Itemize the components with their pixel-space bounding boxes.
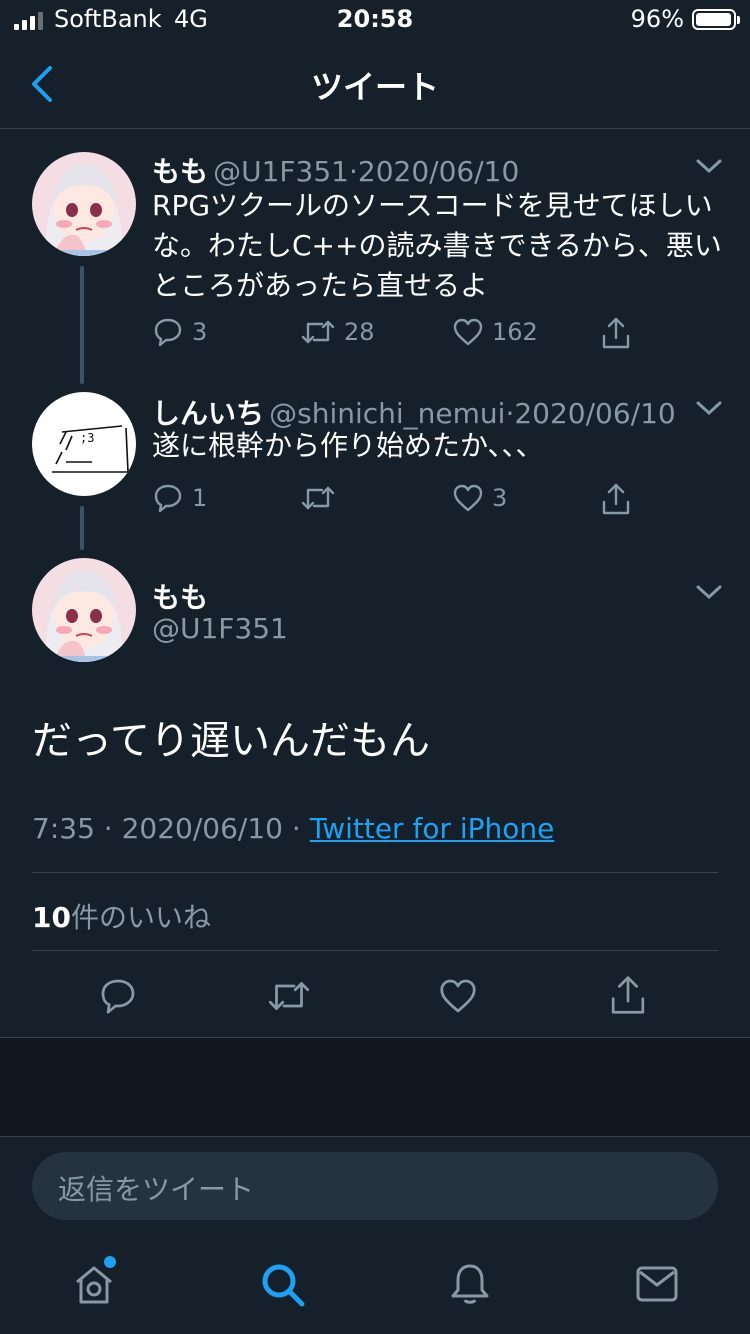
chevron-down-icon[interactable] <box>694 156 724 176</box>
thread-line <box>80 506 84 550</box>
reply-action[interactable]: 3 <box>152 316 207 348</box>
reply-icon <box>154 484 182 513</box>
like-count: 162 <box>492 318 538 346</box>
tweet-date: 2020/06/10 <box>357 155 520 188</box>
battery-percent: 96% <box>630 5 684 33</box>
separator: · <box>103 812 113 845</box>
handle[interactable]: @U1F351 <box>152 612 288 645</box>
avatar[interactable] <box>32 392 136 496</box>
like-icon <box>453 484 483 512</box>
retweet-action[interactable] <box>300 482 344 514</box>
like-icon <box>453 318 483 346</box>
divider <box>32 872 718 873</box>
chevron-down-icon[interactable] <box>694 398 724 418</box>
display-name[interactable]: もも <box>152 155 208 188</box>
reply-placeholder: 返信をツイート <box>58 1173 255 1206</box>
source-link[interactable]: Twitter for iPhone <box>310 812 555 845</box>
retweet-icon <box>301 486 335 510</box>
divider <box>32 950 718 951</box>
tweet-text-line: RPGツクールのソースコードを見せてほしい <box>152 189 713 222</box>
share-icon[interactable] <box>600 482 632 516</box>
messages-icon[interactable] <box>636 1266 678 1302</box>
status-bar: SoftBank 4G 20:58 96% <box>0 0 750 42</box>
search-icon[interactable] <box>260 1262 306 1308</box>
chevron-down-icon[interactable] <box>694 582 724 602</box>
reply-count: 1 <box>192 484 208 512</box>
separator: · <box>348 155 358 188</box>
tweet-date: 2020/06/10 <box>121 812 283 845</box>
divider <box>0 1136 750 1137</box>
reply-count: 3 <box>192 318 208 346</box>
tweet-text: 遂に根幹から作り始めたか、、、 <box>152 429 544 462</box>
thread-line <box>80 266 84 384</box>
notifications-icon[interactable] <box>448 1262 492 1306</box>
handle[interactable]: @U1F351 <box>213 155 349 188</box>
retweet-action[interactable]: 28 <box>300 316 375 348</box>
share-icon[interactable] <box>608 974 648 1016</box>
header-divider <box>0 128 750 129</box>
tweet-text-line: ところがあったら直せるよ <box>152 269 489 302</box>
reply-action[interactable]: 1 <box>152 482 207 514</box>
retweet-count: 28 <box>344 318 375 346</box>
home-icon[interactable] <box>72 1262 116 1306</box>
retweet-icon <box>301 320 335 344</box>
separator: · <box>291 812 301 845</box>
avatar[interactable] <box>32 152 136 256</box>
battery-icon <box>692 9 740 30</box>
page-title: ツイート <box>310 68 439 106</box>
likes-count: 10 <box>32 901 71 934</box>
like-icon[interactable] <box>438 976 478 1016</box>
tweet-time: 7:35 <box>32 812 95 845</box>
retweet-icon[interactable] <box>266 976 312 1016</box>
reply-icon <box>154 318 182 347</box>
main-tweet-text: だってり遅いんだもん <box>32 718 430 764</box>
like-action[interactable]: 162 <box>452 316 538 348</box>
empty-space <box>0 1038 750 1136</box>
tweet-timestamp: 7:35 · 2020/06/10 · Twitter for iPhone <box>32 812 554 845</box>
share-icon[interactable] <box>600 316 632 350</box>
avatar[interactable] <box>32 558 136 662</box>
like-action[interactable]: 3 <box>452 482 507 514</box>
tweet-text-line: な。わたしC++の読み書きできるから、悪い <box>152 229 722 262</box>
display-name[interactable]: もも <box>152 576 208 616</box>
likes-label: 件のいいね <box>70 901 211 934</box>
like-count: 3 <box>492 484 508 512</box>
likes-summary[interactable]: 10件のいいね <box>32 896 211 936</box>
tweet-header: もも @U1F351·2020/06/10 <box>152 150 519 190</box>
tweet-text: RPGツクールのソースコードを見せてほしい な。わたしC++の読み書きできるから… <box>152 186 722 306</box>
unread-dot <box>104 1256 116 1268</box>
reply-icon[interactable] <box>98 976 138 1016</box>
